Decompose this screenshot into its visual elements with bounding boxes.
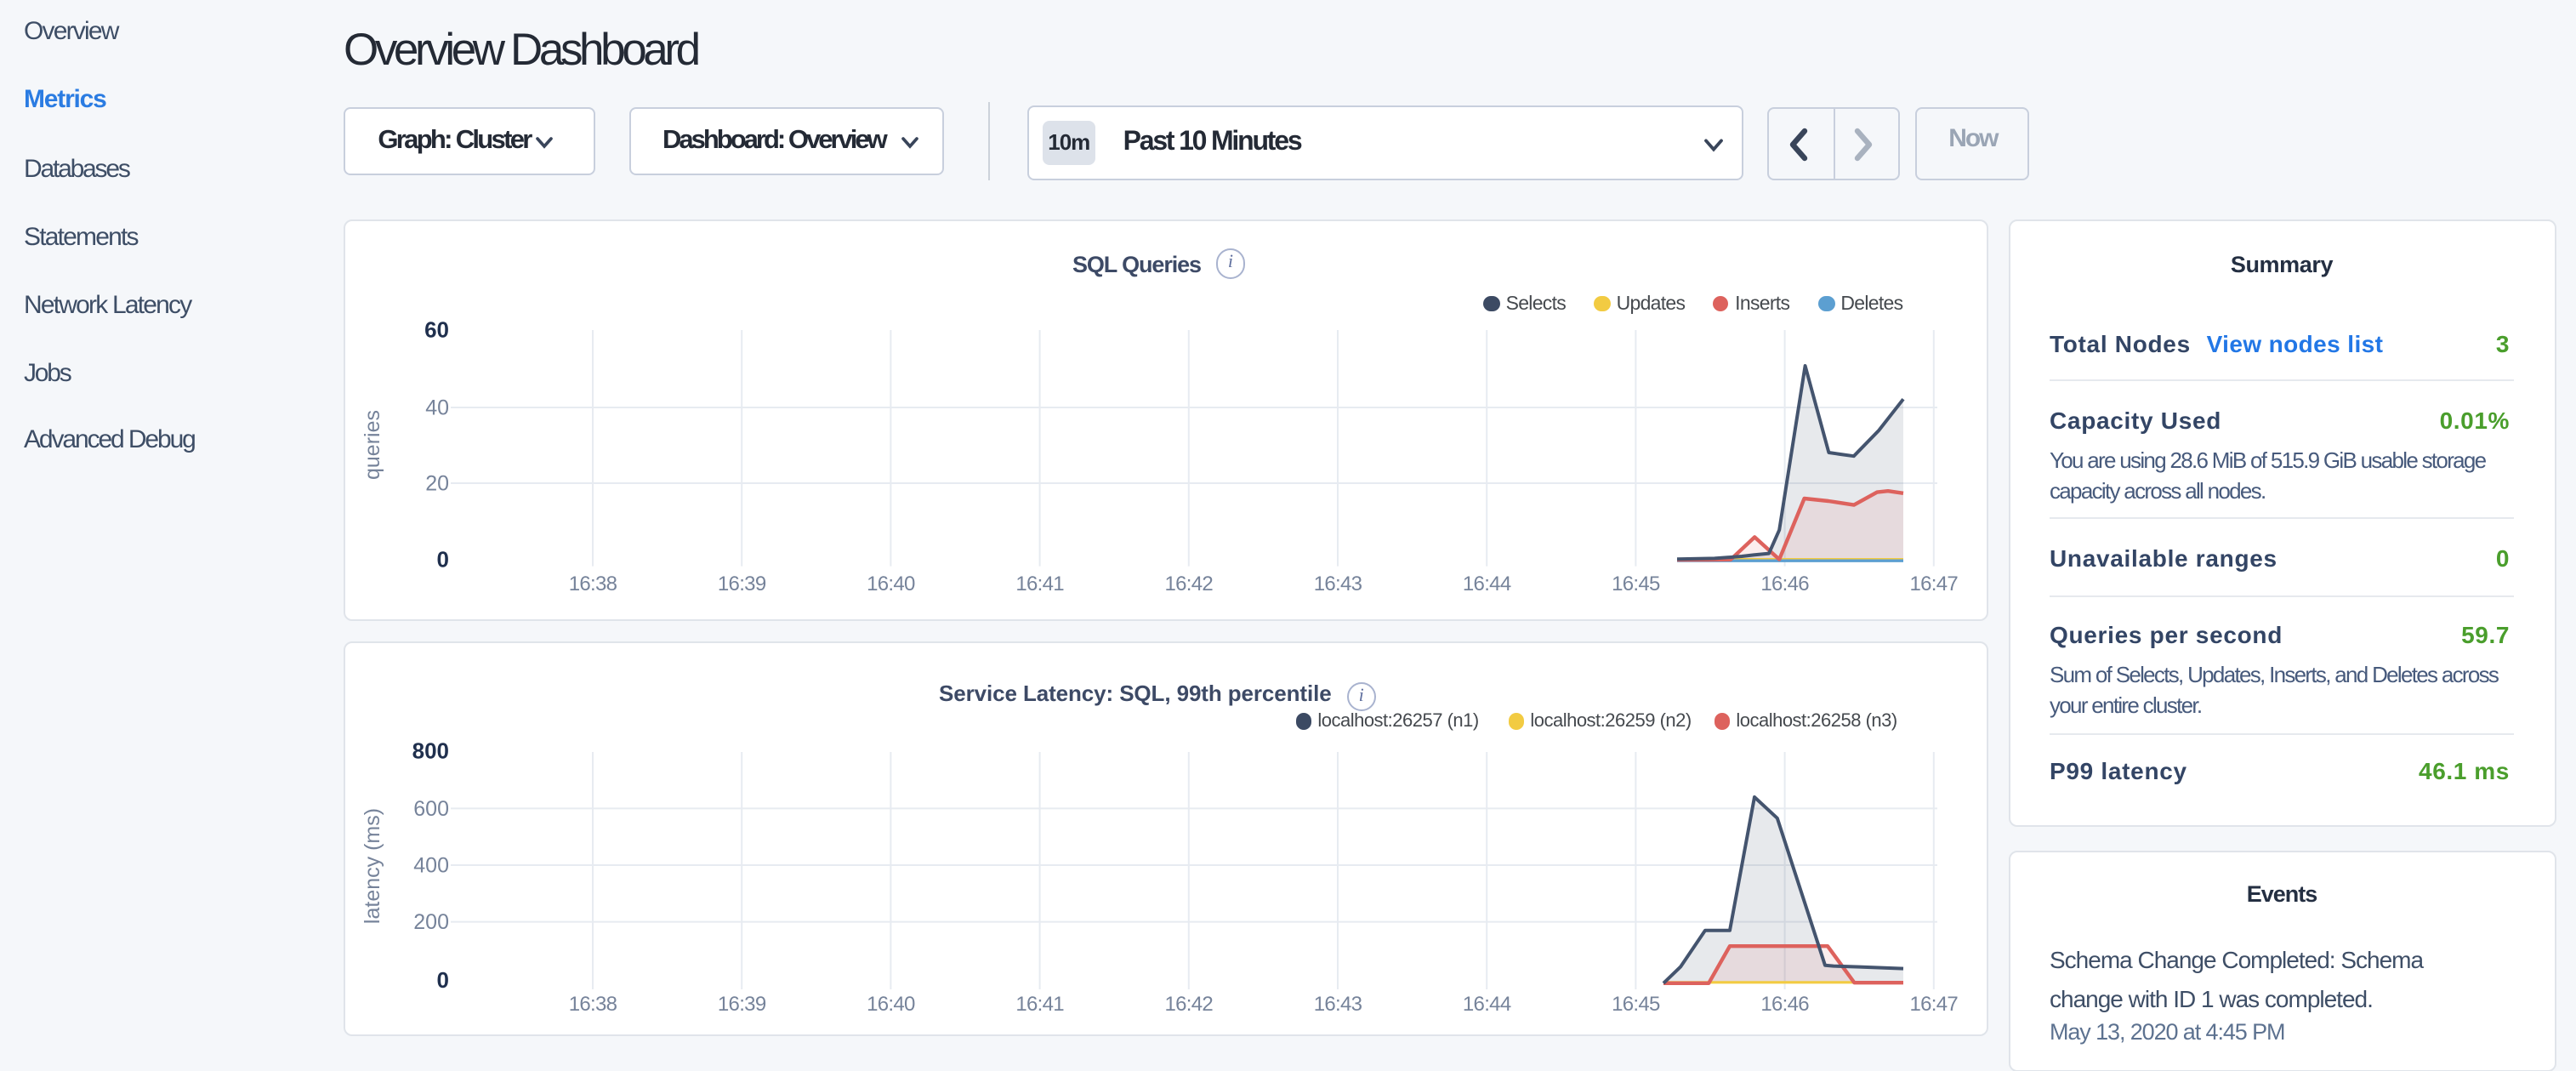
svg-text:16:39: 16:39: [718, 993, 766, 1016]
svg-text:0: 0: [437, 547, 449, 573]
svg-text:800: 800: [412, 738, 449, 764]
svg-text:60: 60: [424, 317, 449, 343]
svg-text:16:39: 16:39: [718, 573, 766, 595]
svg-text:16:38: 16:38: [569, 573, 617, 595]
svg-text:200: 200: [413, 910, 449, 934]
svg-text:16:41: 16:41: [1015, 573, 1064, 595]
svg-text:queries: queries: [361, 410, 384, 480]
svg-text:16:46: 16:46: [1760, 573, 1809, 595]
svg-text:16:40: 16:40: [867, 993, 915, 1016]
svg-text:16:41: 16:41: [1015, 993, 1064, 1016]
svg-text:600: 600: [413, 797, 449, 821]
svg-text:0: 0: [437, 967, 449, 993]
svg-text:16:40: 16:40: [867, 573, 915, 595]
svg-text:40: 40: [425, 396, 449, 420]
svg-text:16:46: 16:46: [1760, 993, 1809, 1016]
svg-text:16:44: 16:44: [1463, 993, 1511, 1016]
svg-text:16:38: 16:38: [569, 993, 617, 1016]
svg-text:400: 400: [413, 854, 449, 878]
svg-text:latency (ms): latency (ms): [361, 808, 384, 924]
svg-text:16:42: 16:42: [1165, 573, 1214, 595]
svg-text:16:42: 16:42: [1165, 993, 1214, 1016]
svg-text:16:45: 16:45: [1612, 573, 1660, 595]
svg-text:16:43: 16:43: [1314, 573, 1362, 595]
svg-text:20: 20: [425, 472, 449, 496]
svg-text:16:43: 16:43: [1314, 993, 1362, 1016]
svg-text:16:47: 16:47: [1910, 573, 1959, 595]
svg-text:16:44: 16:44: [1463, 573, 1511, 595]
svg-text:16:47: 16:47: [1910, 993, 1959, 1016]
svg-text:16:45: 16:45: [1612, 993, 1660, 1016]
